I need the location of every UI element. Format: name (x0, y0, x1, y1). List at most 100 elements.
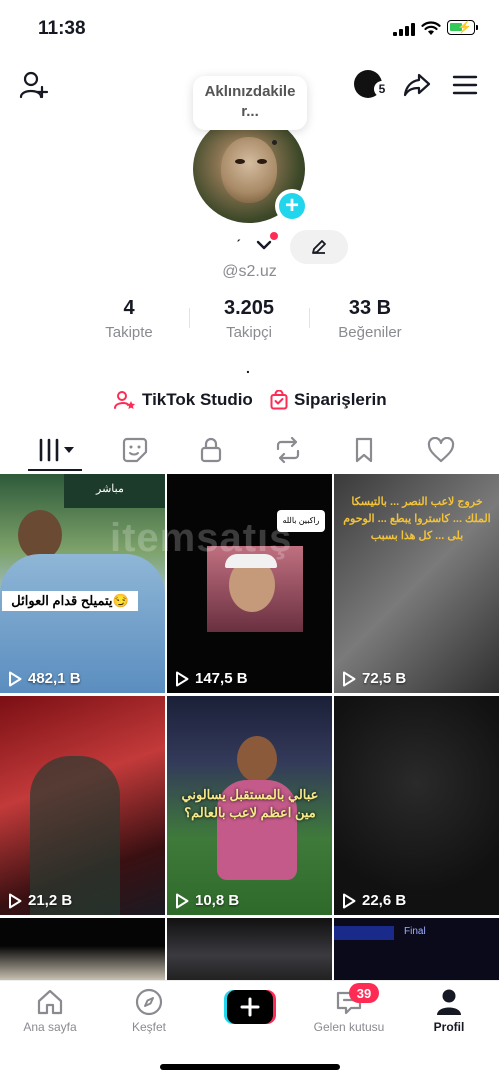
video-thumbnail[interactable]: 21,2 B (0, 696, 165, 915)
active-tab-underline (28, 469, 82, 471)
stat-label: Beğeniler (338, 324, 402, 341)
shopping-bag-icon (270, 390, 288, 410)
person-star-icon (114, 391, 135, 409)
view-count: 72,5 B (342, 670, 406, 687)
video-thumbnail[interactable]: مباشر يتميلح قدام العوائل😏 482,1 B (0, 474, 165, 693)
share-button[interactable] (401, 70, 433, 100)
view-count: 10,8 B (175, 892, 239, 909)
stat-value: 3.205 (223, 297, 275, 319)
create-plus-icon[interactable] (224, 990, 276, 1024)
profile-icon (437, 989, 461, 1015)
orders-link[interactable]: Siparişlerin (270, 390, 387, 410)
caption-line: مين اعظم لاعب بالعالم؟ (184, 805, 316, 820)
edit-profile-button[interactable] (290, 230, 348, 264)
add-friend-button[interactable] (18, 70, 50, 100)
sticker-icon (122, 437, 148, 463)
tab-private[interactable] (191, 436, 231, 464)
scoreboard-bar (334, 926, 394, 940)
bubble-tail-dot (272, 140, 277, 145)
stat-followers[interactable]: 3.205 Takipçi (189, 297, 309, 341)
wifi-icon (421, 21, 441, 35)
tab-reposts[interactable] (268, 436, 308, 464)
nav-label: Gelen kutusu (313, 1020, 385, 1034)
menu-button[interactable] (451, 72, 479, 98)
videos-grid-icon (39, 438, 74, 462)
hamburger-menu-icon (452, 75, 478, 95)
video-thumbnail[interactable] (167, 918, 332, 980)
home-icon (37, 989, 63, 1015)
video-caption: عبالي بالمستقبل يسالوني مين اعظم لاعب با… (171, 786, 329, 822)
battery-icon: ⚡ (447, 20, 475, 35)
inbox-badge: 39 (349, 983, 379, 1003)
player-head (18, 510, 62, 560)
play-icon (176, 671, 189, 686)
view-count-text: 10,8 B (195, 892, 240, 909)
play-icon (9, 893, 22, 908)
video-thumbnail[interactable]: راكبين بالله 147,5 B (167, 474, 332, 693)
video-thumbnail[interactable]: عبالي بالمستقبل يسالوني مين اعظم لاعب با… (167, 696, 332, 915)
stat-value: 33 B (348, 297, 392, 319)
plus-icon: + (279, 193, 305, 219)
tab-stickers[interactable] (115, 436, 155, 464)
tiktok-studio-link[interactable]: TikTok Studio (114, 390, 253, 410)
tab-liked[interactable] (421, 436, 461, 464)
link-label: TikTok Studio (142, 390, 253, 409)
status-time: 11:38 (38, 18, 86, 39)
view-count-text: 21,2 B (28, 892, 73, 909)
avatar-eye-left (235, 159, 245, 164)
cell-signal-icon (393, 22, 417, 36)
video-thumbnail[interactable]: خروج لاعب النصر ... بالتيسكا الملك ... ك… (334, 474, 499, 693)
nav-label: Ana sayfa (23, 1020, 77, 1034)
video-thumbnail[interactable]: 22,6 B (334, 696, 499, 915)
stat-label: Takipte (105, 324, 153, 341)
watermark-text: itemsatış (110, 516, 293, 560)
tab-saved[interactable] (344, 436, 384, 464)
view-count: 147,5 B (175, 670, 248, 687)
bio-text: . (246, 360, 250, 376)
stat-following[interactable]: 4 Takipte (69, 297, 189, 341)
caption-line: عبالي بالمستقبل يسالوني (181, 787, 319, 802)
nav-home[interactable]: Ana sayfa (5, 988, 95, 1034)
status-bubble[interactable]: Aklınızdakile r... (193, 76, 307, 130)
share-arrow-icon (403, 73, 431, 97)
avatar-face (221, 137, 277, 203)
bubble-text-line2: r... (241, 103, 259, 120)
avatar-eye-right (257, 159, 267, 164)
add-story-button[interactable]: + (275, 189, 309, 223)
stat-label: Takipçi (226, 324, 272, 341)
view-count-text: 72,5 B (362, 670, 407, 687)
home-indicator (160, 1064, 340, 1070)
video-thumbnail[interactable] (0, 918, 165, 980)
video-thumbnail[interactable]: Final (334, 918, 499, 980)
bookmark-icon (355, 437, 373, 463)
play-icon (9, 671, 22, 686)
player-head (237, 736, 277, 782)
tab-videos[interactable] (36, 436, 80, 464)
nav-profile[interactable]: Profil (404, 988, 494, 1034)
notifications-button[interactable]: 5 (354, 70, 390, 100)
username-handle: @s2.uz (222, 263, 277, 280)
video-caption: خروج لاعب النصر ... بالتيسكا الملك ... ك… (343, 496, 491, 542)
view-count: 21,2 B (8, 892, 72, 909)
notification-count: 5 (374, 81, 390, 97)
live-label: مباشر (96, 483, 124, 495)
nav-discover[interactable]: Keşfet (104, 988, 194, 1034)
compass-icon (135, 988, 163, 1016)
view-count: 22,6 B (342, 892, 406, 909)
battery-tip (476, 25, 478, 30)
view-count-text: 147,5 B (195, 670, 248, 687)
play-icon (176, 893, 189, 908)
heart-icon (427, 437, 455, 463)
link-label: Siparişlerin (294, 390, 387, 409)
add-person-icon (19, 71, 49, 99)
view-count: 482,1 B (8, 670, 81, 687)
display-name[interactable]: ˏ (236, 226, 241, 242)
pencil-icon (312, 240, 326, 254)
stat-likes[interactable]: 33 B Beğeniler (310, 297, 430, 341)
video-caption: يتميلح قدام العوائل😏 (2, 591, 138, 611)
repost-icon (276, 437, 300, 463)
play-icon (343, 893, 356, 908)
play-icon (343, 671, 356, 686)
nav-label: Profil (433, 1020, 465, 1034)
scoreboard-label: Final (404, 926, 426, 937)
